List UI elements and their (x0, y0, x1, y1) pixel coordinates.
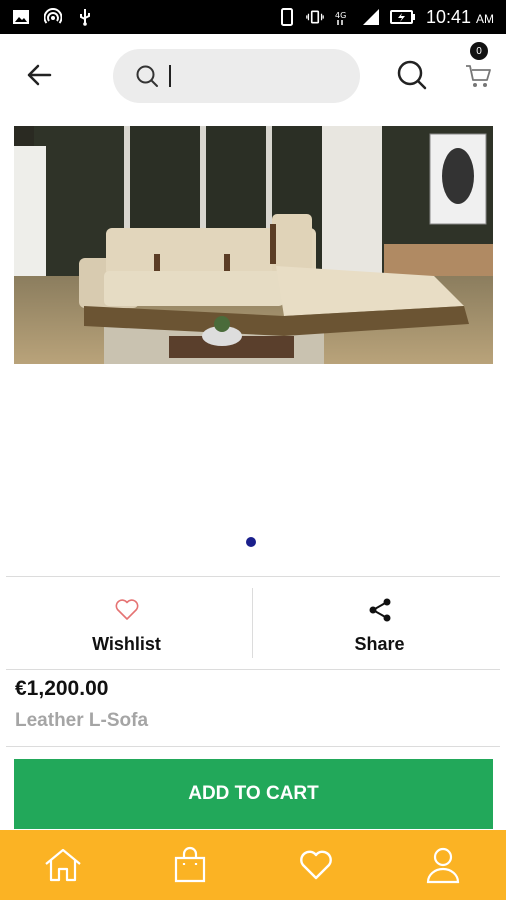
sofa-photo (14, 126, 493, 364)
user-icon (426, 847, 459, 884)
usb-icon (80, 9, 90, 26)
search-input[interactable] (175, 64, 345, 88)
signal-icon (362, 9, 379, 25)
nav-home[interactable] (43, 845, 83, 885)
divider (6, 576, 500, 577)
nav-wishlist[interactable] (296, 845, 336, 885)
cart-icon[interactable] (464, 62, 492, 90)
text-cursor (169, 65, 171, 87)
status-bar: 4G 10:41 AM (0, 0, 506, 34)
wishlist-label: Wishlist (92, 634, 161, 654)
data-4g-icon: 4G (335, 11, 346, 25)
product-name: Leather L-Sofa (15, 710, 149, 731)
bottom-navigation (0, 830, 506, 900)
back-arrow-icon[interactable] (24, 60, 54, 90)
shopping-bag-icon (174, 846, 205, 883)
cart-badge: 0 (470, 42, 488, 60)
share-icon (369, 598, 390, 622)
carousel-indicator-active[interactable] (246, 537, 256, 547)
svg-text:4G: 4G (335, 11, 346, 20)
search-button-icon[interactable] (396, 59, 428, 91)
heart-outline-icon (115, 599, 138, 620)
battery-charging-icon (389, 10, 415, 24)
product-actions: Wishlist Share (0, 588, 506, 658)
home-icon (45, 848, 81, 882)
share-button[interactable]: Share (253, 588, 506, 658)
product-price: €1,200.00 (15, 677, 109, 700)
nav-account[interactable] (423, 845, 463, 885)
heart-icon (300, 850, 333, 880)
add-to-cart-button[interactable]: ADD TO CART (14, 759, 493, 829)
divider (6, 669, 500, 670)
divider (6, 746, 500, 747)
image-notification-icon (13, 10, 29, 24)
divider-vertical (252, 588, 253, 658)
product-image[interactable] (14, 126, 493, 364)
wishlist-button[interactable]: Wishlist (0, 588, 253, 658)
search-icon (136, 65, 158, 87)
toolbar: 0 (0, 34, 506, 116)
hotspot-icon (44, 8, 62, 24)
status-time: 10:41 AM (425, 6, 494, 27)
share-label: Share (354, 634, 405, 654)
phone-icon (280, 8, 293, 26)
nav-shop[interactable] (170, 845, 210, 885)
vibrate-icon (306, 10, 324, 24)
search-bar[interactable] (113, 49, 360, 103)
